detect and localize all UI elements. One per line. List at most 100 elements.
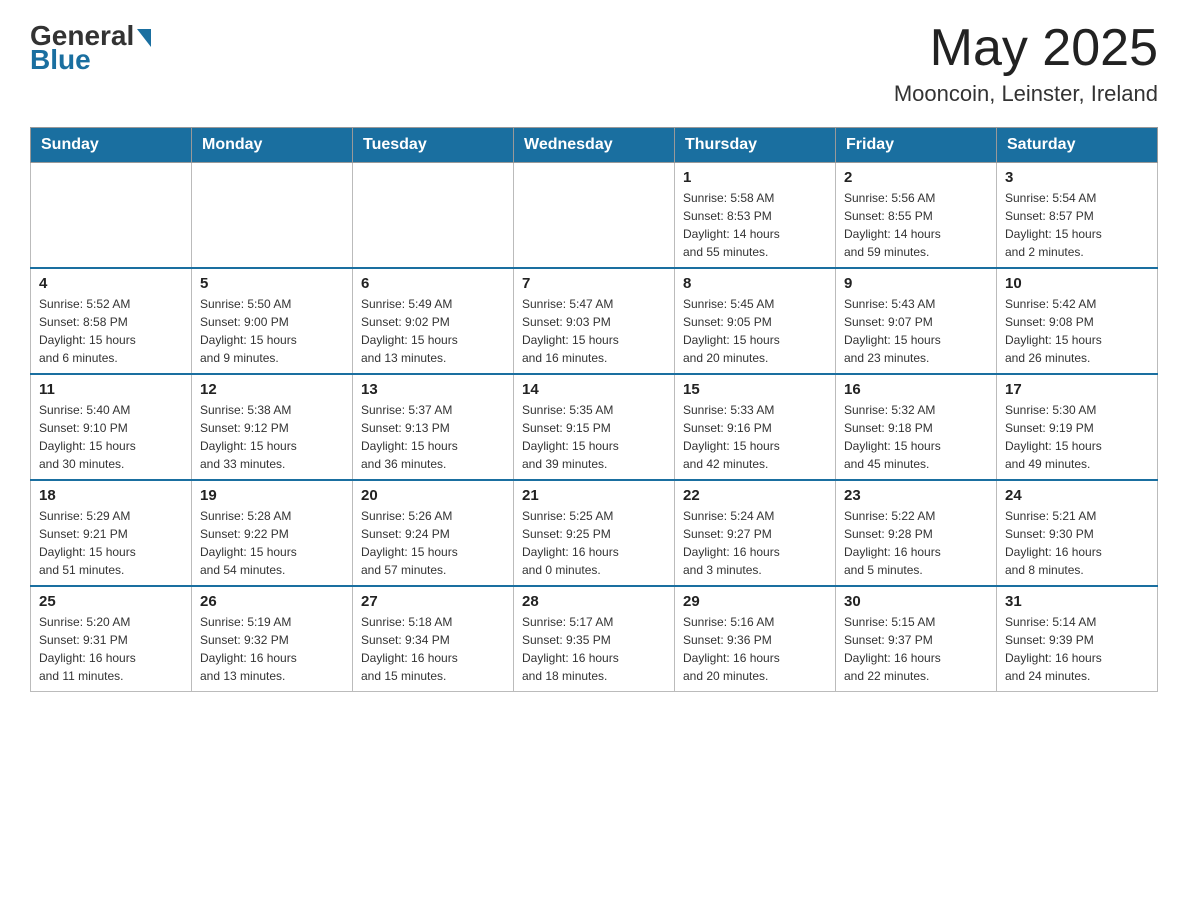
table-row: 10Sunrise: 5:42 AM Sunset: 9:08 PM Dayli… bbox=[997, 268, 1158, 374]
day-number: 14 bbox=[522, 381, 666, 398]
header-tuesday: Tuesday bbox=[353, 128, 514, 163]
day-info: Sunrise: 5:15 AM Sunset: 9:37 PM Dayligh… bbox=[844, 613, 988, 685]
day-info: Sunrise: 5:58 AM Sunset: 8:53 PM Dayligh… bbox=[683, 189, 827, 261]
table-row: 12Sunrise: 5:38 AM Sunset: 9:12 PM Dayli… bbox=[192, 374, 353, 480]
table-row: 31Sunrise: 5:14 AM Sunset: 9:39 PM Dayli… bbox=[997, 586, 1158, 692]
day-info: Sunrise: 5:28 AM Sunset: 9:22 PM Dayligh… bbox=[200, 507, 344, 579]
calendar-week-row-5: 25 Sunrise: 5:20 AM Sunset: 9:31 PM Dayli… bbox=[31, 586, 1158, 692]
table-row: 6Sunrise: 5:49 AM Sunset: 9:02 PM Daylig… bbox=[353, 268, 514, 374]
table-row: 8 Sunrise: 5:45 AM Sunset: 9:05 PM Daylig… bbox=[675, 268, 836, 374]
day-info: Sunrise: 5:35 AM Sunset: 9:15 PM Dayligh… bbox=[522, 401, 666, 473]
table-row: 7Sunrise: 5:47 AM Sunset: 9:03 PM Daylig… bbox=[514, 268, 675, 374]
table-row: 26Sunrise: 5:19 AM Sunset: 9:32 PM Dayli… bbox=[192, 586, 353, 692]
table-row: 16 Sunrise: 5:32 AM Sunset: 9:18 PM Dayli… bbox=[836, 374, 997, 480]
table-row: 3Sunrise: 5:54 AM Sunset: 8:57 PM Daylig… bbox=[997, 163, 1158, 269]
header-saturday: Saturday bbox=[997, 128, 1158, 163]
table-row: 25 Sunrise: 5:20 AM Sunset: 9:31 PM Dayli… bbox=[31, 586, 192, 692]
header-monday: Monday bbox=[192, 128, 353, 163]
day-info: Sunrise: 5:50 AM Sunset: 9:00 PM Dayligh… bbox=[200, 295, 344, 367]
month-year-title: May 2025 bbox=[894, 20, 1158, 77]
table-row bbox=[31, 163, 192, 269]
table-row bbox=[192, 163, 353, 269]
table-row: 5 Sunrise: 5:50 AM Sunset: 9:00 PM Daylig… bbox=[192, 268, 353, 374]
day-number: 29 bbox=[683, 593, 827, 610]
day-info: Sunrise: 5:17 AM Sunset: 9:35 PM Dayligh… bbox=[522, 613, 666, 685]
day-info: Sunrise: 5:16 AM Sunset: 9:36 PM Dayligh… bbox=[683, 613, 827, 685]
day-info: Sunrise: 5:26 AM Sunset: 9:24 PM Dayligh… bbox=[361, 507, 505, 579]
day-info: Sunrise: 5:20 AM Sunset: 9:31 PM Dayligh… bbox=[39, 613, 183, 685]
day-info: Sunrise: 5:18 AM Sunset: 9:34 PM Dayligh… bbox=[361, 613, 505, 685]
day-info: Sunrise: 5:37 AM Sunset: 9:13 PM Dayligh… bbox=[361, 401, 505, 473]
table-row: 30 Sunrise: 5:15 AM Sunset: 9:37 PM Dayli… bbox=[836, 586, 997, 692]
table-row: 4Sunrise: 5:52 AM Sunset: 8:58 PM Daylig… bbox=[31, 268, 192, 374]
day-info: Sunrise: 5:19 AM Sunset: 9:32 PM Dayligh… bbox=[200, 613, 344, 685]
table-row: 15 Sunrise: 5:33 AM Sunset: 9:16 PM Dayli… bbox=[675, 374, 836, 480]
table-row: 18Sunrise: 5:29 AM Sunset: 9:21 PM Dayli… bbox=[31, 480, 192, 586]
day-number: 28 bbox=[522, 593, 666, 610]
day-number: 24 bbox=[1005, 487, 1149, 504]
table-row: 22 Sunrise: 5:24 AM Sunset: 9:27 PM Dayli… bbox=[675, 480, 836, 586]
table-row: 21 Sunrise: 5:25 AM Sunset: 9:25 PM Dayli… bbox=[514, 480, 675, 586]
table-row: 29 Sunrise: 5:16 AM Sunset: 9:36 PM Dayli… bbox=[675, 586, 836, 692]
day-number: 20 bbox=[361, 487, 505, 504]
day-number: 13 bbox=[361, 381, 505, 398]
day-number: 22 bbox=[683, 487, 827, 504]
day-info: Sunrise: 5:25 AM Sunset: 9:25 PM Dayligh… bbox=[522, 507, 666, 579]
table-row: 20 Sunrise: 5:26 AM Sunset: 9:24 PM Dayli… bbox=[353, 480, 514, 586]
table-row bbox=[514, 163, 675, 269]
table-row: 14 Sunrise: 5:35 AM Sunset: 9:15 PM Dayli… bbox=[514, 374, 675, 480]
day-number: 11 bbox=[39, 381, 183, 398]
day-info: Sunrise: 5:49 AM Sunset: 9:02 PM Dayligh… bbox=[361, 295, 505, 367]
day-info: Sunrise: 5:40 AM Sunset: 9:10 PM Dayligh… bbox=[39, 401, 183, 473]
day-number: 25 bbox=[39, 593, 183, 610]
day-number: 7 bbox=[522, 275, 666, 292]
day-info: Sunrise: 5:14 AM Sunset: 9:39 PM Dayligh… bbox=[1005, 613, 1149, 685]
calendar-table: Sunday Monday Tuesday Wednesday Thursday… bbox=[30, 127, 1158, 692]
day-number: 16 bbox=[844, 381, 988, 398]
table-row: 28 Sunrise: 5:17 AM Sunset: 9:35 PM Dayli… bbox=[514, 586, 675, 692]
day-number: 30 bbox=[844, 593, 988, 610]
day-info: Sunrise: 5:33 AM Sunset: 9:16 PM Dayligh… bbox=[683, 401, 827, 473]
day-number: 17 bbox=[1005, 381, 1149, 398]
day-info: Sunrise: 5:54 AM Sunset: 8:57 PM Dayligh… bbox=[1005, 189, 1149, 261]
day-number: 19 bbox=[200, 487, 344, 504]
day-info: Sunrise: 5:24 AM Sunset: 9:27 PM Dayligh… bbox=[683, 507, 827, 579]
logo: General Blue bbox=[30, 20, 151, 76]
header-thursday: Thursday bbox=[675, 128, 836, 163]
day-number: 15 bbox=[683, 381, 827, 398]
day-number: 1 bbox=[683, 169, 827, 186]
header-friday: Friday bbox=[836, 128, 997, 163]
header-wednesday: Wednesday bbox=[514, 128, 675, 163]
table-row: 23 Sunrise: 5:22 AM Sunset: 9:28 PM Dayli… bbox=[836, 480, 997, 586]
calendar-week-row-2: 4Sunrise: 5:52 AM Sunset: 8:58 PM Daylig… bbox=[31, 268, 1158, 374]
header-sunday: Sunday bbox=[31, 128, 192, 163]
day-number: 8 bbox=[683, 275, 827, 292]
table-row: 19 Sunrise: 5:28 AM Sunset: 9:22 PM Dayli… bbox=[192, 480, 353, 586]
table-row: 9 Sunrise: 5:43 AM Sunset: 9:07 PM Daylig… bbox=[836, 268, 997, 374]
day-info: Sunrise: 5:45 AM Sunset: 9:05 PM Dayligh… bbox=[683, 295, 827, 367]
day-number: 4 bbox=[39, 275, 183, 292]
day-info: Sunrise: 5:22 AM Sunset: 9:28 PM Dayligh… bbox=[844, 507, 988, 579]
day-number: 12 bbox=[200, 381, 344, 398]
day-info: Sunrise: 5:43 AM Sunset: 9:07 PM Dayligh… bbox=[844, 295, 988, 367]
day-number: 2 bbox=[844, 169, 988, 186]
day-number: 23 bbox=[844, 487, 988, 504]
day-info: Sunrise: 5:30 AM Sunset: 9:19 PM Dayligh… bbox=[1005, 401, 1149, 473]
day-info: Sunrise: 5:21 AM Sunset: 9:30 PM Dayligh… bbox=[1005, 507, 1149, 579]
table-row: 17 Sunrise: 5:30 AM Sunset: 9:19 PM Dayli… bbox=[997, 374, 1158, 480]
day-info: Sunrise: 5:29 AM Sunset: 9:21 PM Dayligh… bbox=[39, 507, 183, 579]
day-number: 9 bbox=[844, 275, 988, 292]
calendar-header-row: Sunday Monday Tuesday Wednesday Thursday… bbox=[31, 128, 1158, 163]
day-number: 21 bbox=[522, 487, 666, 504]
calendar-week-row-3: 11 Sunrise: 5:40 AM Sunset: 9:10 PM Dayli… bbox=[31, 374, 1158, 480]
title-section: May 2025 Mooncoin, Leinster, Ireland bbox=[894, 20, 1158, 107]
day-info: Sunrise: 5:56 AM Sunset: 8:55 PM Dayligh… bbox=[844, 189, 988, 261]
table-row: 24 Sunrise: 5:21 AM Sunset: 9:30 PM Dayli… bbox=[997, 480, 1158, 586]
table-row: 1 Sunrise: 5:58 AM Sunset: 8:53 PM Daylig… bbox=[675, 163, 836, 269]
table-row bbox=[353, 163, 514, 269]
calendar-week-row-1: 1 Sunrise: 5:58 AM Sunset: 8:53 PM Daylig… bbox=[31, 163, 1158, 269]
day-number: 27 bbox=[361, 593, 505, 610]
table-row: 13 Sunrise: 5:37 AM Sunset: 9:13 PM Dayli… bbox=[353, 374, 514, 480]
day-number: 5 bbox=[200, 275, 344, 292]
day-info: Sunrise: 5:32 AM Sunset: 9:18 PM Dayligh… bbox=[844, 401, 988, 473]
